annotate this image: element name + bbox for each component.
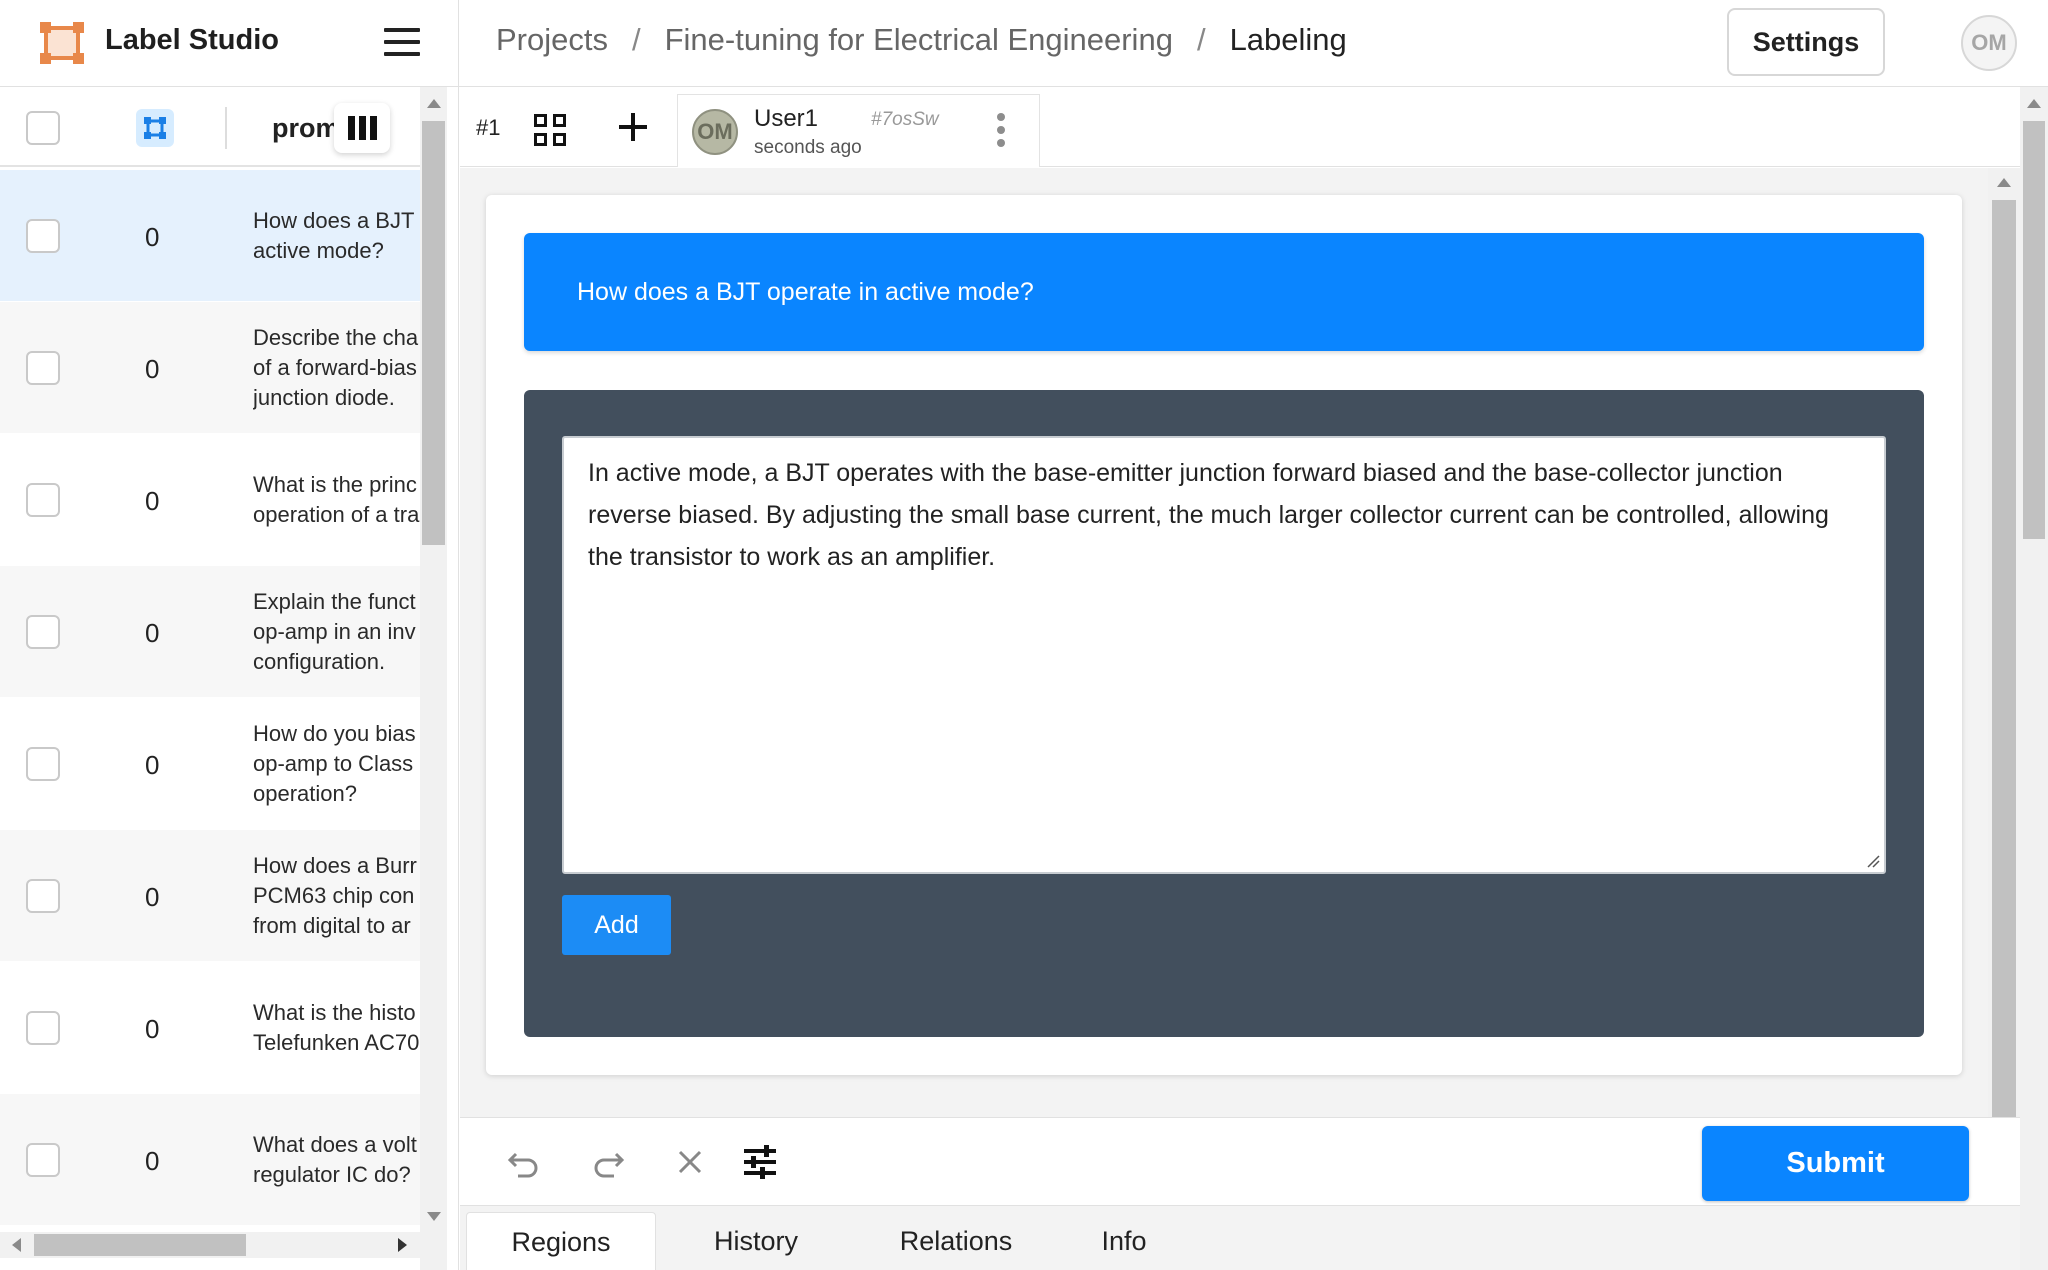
sidepanel-tabs: Regions History Relations Info bbox=[460, 1205, 2020, 1270]
label-studio-logo[interactable] bbox=[40, 22, 84, 64]
annotator-avatar: OM bbox=[692, 109, 738, 155]
breadcrumb-current: Labeling bbox=[1229, 22, 1347, 57]
reset-icon[interactable] bbox=[670, 1142, 710, 1182]
annotation-id: #7osSw bbox=[871, 109, 939, 130]
annotation-count: 0 bbox=[145, 486, 160, 516]
task-row[interactable]: 0 Describe the cha of a forward-bias jun… bbox=[0, 302, 420, 433]
row-checkbox[interactable] bbox=[26, 483, 60, 517]
submit-button[interactable]: Submit bbox=[1702, 1126, 1969, 1201]
task-row[interactable]: 0 How does a Burr PCM63 chip con from di… bbox=[0, 830, 420, 961]
annotation-count: 0 bbox=[145, 1146, 160, 1176]
task-list-vertical-scrollbar[interactable] bbox=[420, 87, 447, 1270]
annotation-count: 0 bbox=[145, 882, 160, 912]
resize-handle-icon[interactable] bbox=[1866, 854, 1880, 868]
select-all-checkbox[interactable] bbox=[26, 111, 60, 145]
annotation-count: 0 bbox=[145, 222, 160, 252]
menu-icon[interactable] bbox=[384, 28, 420, 58]
question-bubble: How does a BJT operate in active mode? bbox=[524, 233, 1924, 351]
canvas-vertical-scrollbar[interactable] bbox=[1988, 168, 2020, 1117]
scroll-right-icon[interactable] bbox=[398, 1238, 407, 1252]
add-annotation-icon[interactable] bbox=[616, 110, 650, 144]
row-checkbox[interactable] bbox=[26, 1011, 60, 1045]
prompt-text: How does a BJT active mode? bbox=[253, 207, 415, 263]
redo-icon[interactable] bbox=[588, 1142, 628, 1182]
labeling-canvas: How does a BJT operate in active mode? I… bbox=[460, 168, 1988, 1117]
settings-button[interactable]: Settings bbox=[1727, 8, 1885, 76]
task-list-header: prom bbox=[0, 87, 420, 167]
answer-text: In active mode, a BJT operates with the … bbox=[588, 459, 1829, 571]
annotation-count: 0 bbox=[145, 750, 160, 780]
undo-icon[interactable] bbox=[504, 1142, 544, 1182]
task-row[interactable]: 0 What is the princ operation of a tra bbox=[0, 434, 420, 565]
scroll-down-icon[interactable] bbox=[427, 1212, 441, 1221]
column-divider bbox=[225, 107, 227, 149]
grid-view-icon[interactable] bbox=[534, 114, 566, 146]
row-checkbox[interactable] bbox=[26, 219, 60, 253]
prompt-text: What is the princ operation of a tra bbox=[253, 471, 420, 527]
tab-history[interactable]: History bbox=[656, 1212, 856, 1270]
top-bar: Label Studio Projects / Fine-tuning for … bbox=[0, 0, 2048, 87]
task-list-horizontal-scrollbar[interactable] bbox=[0, 1232, 420, 1258]
prompt-text: What is the histo Telefunken AC70 bbox=[253, 999, 420, 1055]
answer-panel: In active mode, a BJT operates with the … bbox=[524, 390, 1924, 1037]
brand: Label Studio bbox=[0, 0, 459, 87]
row-checkbox[interactable] bbox=[26, 879, 60, 913]
breadcrumb: Projects / Fine-tuning for Electrical En… bbox=[496, 22, 1347, 58]
scroll-up-icon[interactable] bbox=[427, 99, 441, 108]
user-avatar[interactable]: OM bbox=[1961, 15, 2017, 71]
scrollbar-thumb[interactable] bbox=[1992, 200, 2016, 1117]
prompt-text: How do you bias op-amp to Class operatio… bbox=[253, 720, 416, 806]
annotations-column-icon[interactable] bbox=[136, 109, 174, 147]
scrollbar-thumb[interactable] bbox=[34, 1234, 246, 1256]
scroll-left-icon[interactable] bbox=[12, 1238, 21, 1252]
more-options-icon[interactable] bbox=[994, 113, 1008, 153]
prompt-text: Explain the funct op-amp in an inv confi… bbox=[253, 588, 416, 674]
task-number: #1 bbox=[476, 115, 501, 140]
prompt-text: What does a volt regulator IC do? bbox=[253, 1131, 417, 1187]
task-row[interactable]: 0 Explain the funct op-amp in an inv con… bbox=[0, 566, 420, 697]
annotation-toolbar: Submit bbox=[460, 1117, 2020, 1205]
tab-regions[interactable]: Regions bbox=[466, 1212, 656, 1270]
annotation-tab[interactable]: OM User1 #7osSw seconds ago bbox=[677, 94, 1040, 167]
page-vertical-scrollbar[interactable] bbox=[2020, 87, 2048, 1270]
row-checkbox[interactable] bbox=[26, 615, 60, 649]
task-row[interactable]: 0 How do you bias op-amp to Class operat… bbox=[0, 698, 420, 829]
scroll-up-icon[interactable] bbox=[1997, 178, 2011, 187]
settings-sliders-icon[interactable] bbox=[740, 1142, 780, 1182]
add-button[interactable]: Add bbox=[562, 895, 671, 955]
task-row[interactable]: 0 What is the histo Telefunken AC70 bbox=[0, 962, 420, 1093]
annotator-name: User1 bbox=[754, 105, 819, 132]
annotation-time: seconds ago bbox=[754, 137, 862, 158]
breadcrumb-project[interactable]: Fine-tuning for Electrical Engineering bbox=[665, 22, 1173, 58]
tab-relations[interactable]: Relations bbox=[856, 1212, 1056, 1270]
tab-info[interactable]: Info bbox=[1056, 1212, 1192, 1270]
breadcrumb-separator: / bbox=[1196, 22, 1206, 57]
task-row[interactable]: 0 What does a volt regulator IC do? bbox=[0, 1094, 420, 1225]
app-name: Label Studio bbox=[105, 24, 279, 56]
task-row[interactable]: 0 How does a BJT active mode? bbox=[0, 170, 420, 301]
annotation-count: 0 bbox=[145, 618, 160, 648]
scroll-up-icon[interactable] bbox=[2027, 99, 2041, 108]
prompt-text: Describe the cha of a forward-bias junct… bbox=[253, 324, 419, 410]
answer-textarea[interactable]: In active mode, a BJT operates with the … bbox=[562, 436, 1886, 874]
task-list-panel: prom 0 How does a BJT active mode? 0 Des… bbox=[0, 87, 459, 1270]
annotation-bar: #1 OM User1 #7osSw seconds ago bbox=[460, 87, 2020, 167]
annotation-count: 0 bbox=[145, 1014, 160, 1044]
prompt-text: How does a Burr PCM63 chip con from digi… bbox=[253, 852, 417, 938]
task-card: How does a BJT operate in active mode? I… bbox=[486, 195, 1962, 1075]
columns-toggle-icon[interactable] bbox=[334, 103, 390, 153]
scrollbar-thumb[interactable] bbox=[422, 121, 445, 545]
row-checkbox[interactable] bbox=[26, 747, 60, 781]
breadcrumb-separator: / bbox=[631, 22, 641, 57]
row-checkbox[interactable] bbox=[26, 351, 60, 385]
row-checkbox[interactable] bbox=[26, 1143, 60, 1177]
scrollbar-thumb[interactable] bbox=[2023, 121, 2045, 539]
column-header-prompt[interactable]: prom bbox=[272, 113, 340, 144]
annotation-count: 0 bbox=[145, 354, 160, 384]
breadcrumb-projects[interactable]: Projects bbox=[496, 22, 608, 58]
